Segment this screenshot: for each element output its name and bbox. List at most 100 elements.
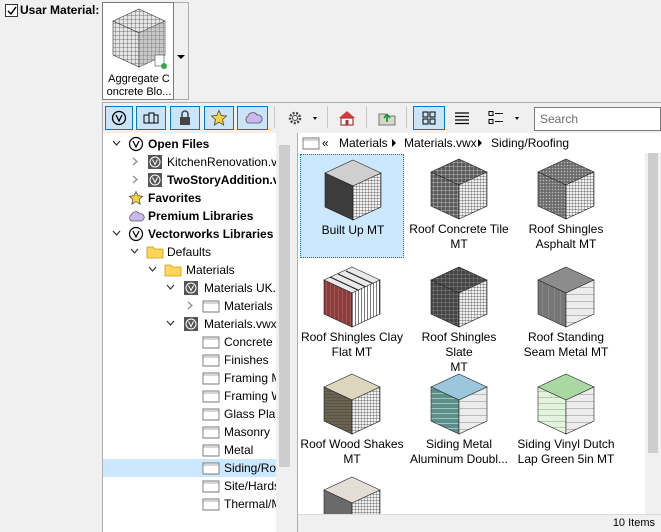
tree-item-folder[interactable]: Masonry: [103, 423, 276, 441]
tree-item-open-files[interactable]: Open Files: [103, 135, 276, 153]
settings-menu-button[interactable]: [282, 106, 322, 130]
tree-item-defaults[interactable]: Defaults: [103, 243, 276, 261]
folder-arrow-icon: [378, 113, 396, 126]
tree-item-folder[interactable]: Glass Plastic: [103, 405, 276, 423]
detail-view-icon: [488, 111, 519, 124]
vectorworks-logo-icon: [111, 110, 127, 126]
folder-icon: [202, 354, 220, 367]
material-name-line1: Aggregate C: [108, 73, 170, 85]
chevron-down-icon: [177, 55, 185, 59]
list-view-icon: [455, 112, 469, 125]
tree-item-two-story-addition[interactable]: TwoStoryAddition.vwx: [103, 171, 276, 189]
material-cube-icon: [323, 476, 381, 514]
tree-item-vectorworks-libraries[interactable]: Vectorworks Libraries: [103, 225, 276, 243]
vwx-file-icon: [184, 281, 198, 295]
folder-icon: [202, 498, 220, 511]
breadcrumb-materials[interactable]: Materials: [339, 136, 388, 150]
folder-icon: [146, 246, 164, 259]
material-tile-roof-shingles-clay[interactable]: Roof Shingles Clay Flat MT: [300, 262, 404, 366]
cloud-library-button[interactable]: [237, 106, 268, 130]
material-tile-siding-metal-aluminum[interactable]: Siding Metal Aluminum Doubl...: [407, 369, 511, 473]
material-tile-roof-concrete-tile[interactable]: Roof Concrete Tile MT: [407, 154, 511, 258]
favorites-button[interactable]: [204, 106, 234, 130]
chevron-right-icon: [187, 301, 193, 310]
thumbnail-view-button[interactable]: [413, 106, 445, 130]
tree-item-materials[interactable]: Materials: [103, 261, 276, 279]
star-icon: [210, 109, 228, 126]
home-button[interactable]: [333, 106, 361, 130]
material-tile-label: Roof Wood Shakes: [300, 437, 404, 451]
item-count: 10 Items: [612, 517, 655, 529]
chevron-down-icon: [166, 284, 175, 290]
material-tile-label: Roof Standing: [527, 330, 605, 344]
material-tile-partial[interactable]: [300, 472, 404, 514]
chevron-down-icon: [148, 266, 157, 272]
material-tile-roof-shingles-slate[interactable]: Roof Shingles Slate MT: [407, 262, 511, 374]
material-tile-roof-wood-shakes[interactable]: Roof Wood Shakes MT: [300, 369, 404, 473]
status-bar: 10 Items: [298, 514, 661, 532]
vwx-file-icon: [148, 155, 162, 169]
folder-icon: [202, 462, 220, 475]
tree-item-folder[interactable]: Concrete: [103, 333, 276, 351]
roof-concrete-tile-icon: [430, 158, 488, 220]
list-view-button[interactable]: [447, 106, 477, 130]
vectorworks-library-button[interactable]: [105, 106, 133, 130]
tree-item-premium-libraries[interactable]: Premium Libraries: [103, 207, 276, 225]
gear-icon: [288, 111, 317, 125]
tree-item-materials-sub[interactable]: Materials: [103, 297, 276, 315]
material-tile-label: Roof Shingles: [528, 222, 604, 236]
material-tile-built-up[interactable]: Built Up MT: [300, 154, 404, 258]
chevron-right-icon: [392, 139, 396, 147]
library-tree[interactable]: Open Files KitchenRenovation.vwx TwoStor…: [103, 133, 293, 532]
tree-item-folder[interactable]: Site/Hardscape: [103, 477, 276, 495]
folder-icon: [202, 372, 220, 385]
tree-item-favorites[interactable]: Favorites: [103, 189, 276, 207]
open-files-button[interactable]: [136, 106, 166, 130]
siding-vinyl-dutch-icon: [537, 373, 595, 435]
tree-scrollbar-thumb[interactable]: [279, 145, 290, 467]
tree-item-folder[interactable]: Metal: [103, 441, 276, 459]
material-dropdown-button[interactable]: [174, 2, 189, 100]
breadcrumb-back[interactable]: «: [322, 136, 329, 150]
tree-item-folder[interactable]: Thermal/Moisture: [103, 495, 276, 513]
lock-icon: [180, 110, 190, 125]
home-icon: [339, 111, 355, 126]
breadcrumb: « Materials Materials.vwx Siding/Roofing: [298, 133, 661, 153]
folder-icon: [202, 300, 220, 313]
cloud-icon: [129, 211, 145, 222]
material-tile-label: Siding Metal: [425, 437, 493, 451]
content-scrollbar-thumb[interactable]: [648, 153, 658, 453]
star-icon: [128, 190, 144, 205]
tree-item-materials-uk[interactable]: Materials UK.vwx: [103, 279, 276, 297]
grid-view-icon: [422, 111, 436, 125]
material-tile-label: Roof Concrete Tile: [409, 222, 509, 236]
tree-item-folder[interactable]: Framing Wood: [103, 387, 276, 405]
detail-view-menu-button[interactable]: [480, 106, 525, 130]
roof-shingles-clay-icon: [323, 266, 381, 328]
search-box[interactable]: [534, 107, 661, 131]
lock-filter-button[interactable]: [170, 106, 200, 130]
chevron-right-icon: [132, 157, 138, 166]
material-tile-siding-vinyl-dutch[interactable]: Siding Vinyl Dutch Lap Green 5in MT: [514, 369, 618, 473]
tree-item-materials-vwx[interactable]: Materials.vwx: [103, 315, 276, 333]
tree-item-folder[interactable]: Finishes: [103, 351, 276, 369]
material-tile-roof-standing-seam[interactable]: Roof Standing Seam Metal MT: [514, 262, 618, 366]
use-material-checkbox[interactable]: [5, 4, 18, 17]
files-icon: [143, 112, 159, 124]
tree-item-kitchen-renovation[interactable]: KitchenRenovation.vwx: [103, 153, 276, 171]
tree-item-folder[interactable]: Framing Members: [103, 369, 276, 387]
folder-icon: [202, 390, 220, 403]
breadcrumb-siding-roofing[interactable]: Siding/Roofing: [491, 136, 569, 150]
use-material-label: Usar Material:: [20, 3, 100, 17]
search-input[interactable]: [535, 109, 658, 129]
breadcrumb-materials-vwx[interactable]: Materials.vwx: [404, 136, 477, 150]
folder-icon: [202, 408, 220, 421]
material-tile-roof-shingles-asphalt[interactable]: Roof Shingles Asphalt MT: [514, 154, 618, 258]
roof-shingles-slate-icon: [430, 266, 488, 328]
import-folder-button[interactable]: [373, 106, 401, 130]
aggregate-concrete-cube-icon: [112, 8, 167, 69]
material-tile-label: Roof Shingles Clay: [300, 330, 404, 344]
tree-item-siding-roofing[interactable]: Siding/Roofing: [103, 459, 276, 477]
folder-icon: [202, 336, 220, 349]
material-preview-button[interactable]: Aggregate Concrete Blo...: [102, 2, 174, 100]
